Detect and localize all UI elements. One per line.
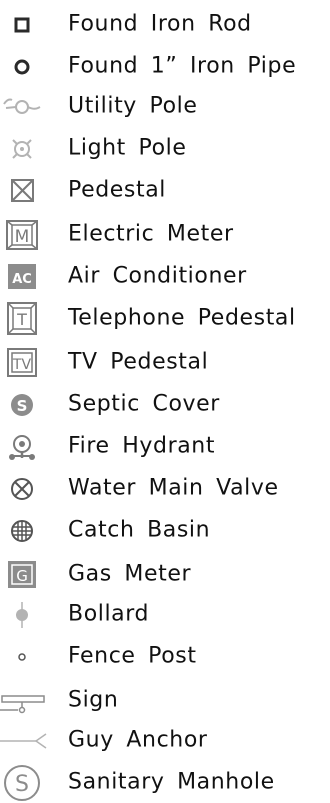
legend-item-electric-meter: M Electric Meter	[0, 214, 330, 254]
legend-label: Gas Meter	[68, 561, 192, 587]
legend-item-light-pole: Light Pole	[0, 128, 330, 168]
gas-meter-icon: G	[0, 554, 48, 594]
legend-label: Telephone Pedestal	[68, 305, 296, 331]
legend-label: Pedestal	[68, 177, 166, 203]
legend-item-pedestal: Pedestal	[0, 170, 330, 210]
air-conditioner-icon: AC	[0, 256, 48, 296]
telephone-pedestal-glyph: T	[16, 310, 27, 329]
legend-label: Fence Post	[68, 643, 197, 669]
legend-item-fence-post: Fence Post	[0, 636, 330, 676]
legend-label: Air Conditioner	[68, 263, 247, 289]
fence-post-icon	[0, 636, 48, 676]
legend-label: Sign	[68, 687, 119, 713]
catch-basin-icon	[0, 510, 48, 550]
legend-item-sign: Sign	[0, 680, 330, 720]
air-conditioner-glyph: AC	[12, 272, 32, 287]
legend-label: Water Main Valve	[68, 475, 279, 501]
legend-label: Electric Meter	[68, 221, 234, 247]
found-iron-rod-icon	[0, 4, 48, 44]
found-iron-pipe-icon	[0, 46, 48, 86]
water-main-valve-icon	[0, 468, 48, 508]
legend-item-septic-cover: S Septic Cover	[0, 384, 330, 424]
legend-item-air-conditioner: AC Air Conditioner	[0, 256, 330, 296]
legend-item-guy-anchor: Guy Anchor	[0, 720, 330, 760]
legend-item-sanitary-manhole: S Sanitary Manhole	[0, 762, 330, 802]
legend-item-found-iron-pipe: Found 1” Iron Pipe	[0, 46, 330, 86]
legend-label: Found 1” Iron Pipe	[68, 53, 297, 79]
legend-label: Found Iron Rod	[68, 11, 252, 37]
sanitary-manhole-icon: S	[0, 762, 48, 802]
electric-meter-icon: M	[0, 214, 48, 254]
tv-pedestal-glyph: TV	[12, 357, 32, 373]
telephone-pedestal-icon: T	[0, 298, 48, 338]
legend-label: Light Pole	[68, 135, 187, 161]
gas-meter-glyph: G	[16, 567, 28, 585]
legend-label: Bollard	[68, 601, 150, 627]
legend-label: Guy Anchor	[68, 727, 208, 753]
electric-meter-glyph: M	[15, 227, 30, 247]
legend-item-catch-basin: Catch Basin	[0, 510, 330, 550]
septic-cover-icon: S	[0, 384, 48, 424]
legend-label: Septic Cover	[68, 391, 220, 417]
fire-hydrant-icon	[0, 426, 48, 466]
tv-pedestal-icon: TV	[0, 342, 48, 382]
bollard-icon	[0, 594, 48, 634]
sign-icon	[0, 680, 48, 720]
legend-item-fire-hydrant: Fire Hydrant	[0, 426, 330, 466]
legend-label: Sanitary Manhole	[68, 769, 275, 795]
legend-item-bollard: Bollard	[0, 594, 330, 634]
legend-item-tv-pedestal: TV TV Pedestal	[0, 342, 330, 382]
legend-item-telephone-pedestal: T Telephone Pedestal	[0, 298, 330, 338]
legend-label: Fire Hydrant	[68, 433, 216, 459]
pedestal-icon	[0, 170, 48, 210]
legend-item-gas-meter: G Gas Meter	[0, 554, 330, 594]
light-pole-icon	[0, 128, 48, 168]
legend-label: TV Pedestal	[68, 349, 209, 375]
legend-item-found-iron-rod: Found Iron Rod	[0, 4, 330, 44]
legend-item-utility-pole: Utility Pole	[0, 86, 330, 126]
utility-pole-icon	[0, 86, 48, 126]
legend-label: Utility Pole	[68, 93, 198, 119]
septic-cover-glyph: S	[17, 397, 28, 415]
sanitary-manhole-glyph: S	[15, 772, 29, 797]
legend-label: Catch Basin	[68, 517, 211, 543]
legend-item-water-main-valve: Water Main Valve	[0, 468, 330, 508]
guy-anchor-icon	[0, 720, 48, 760]
